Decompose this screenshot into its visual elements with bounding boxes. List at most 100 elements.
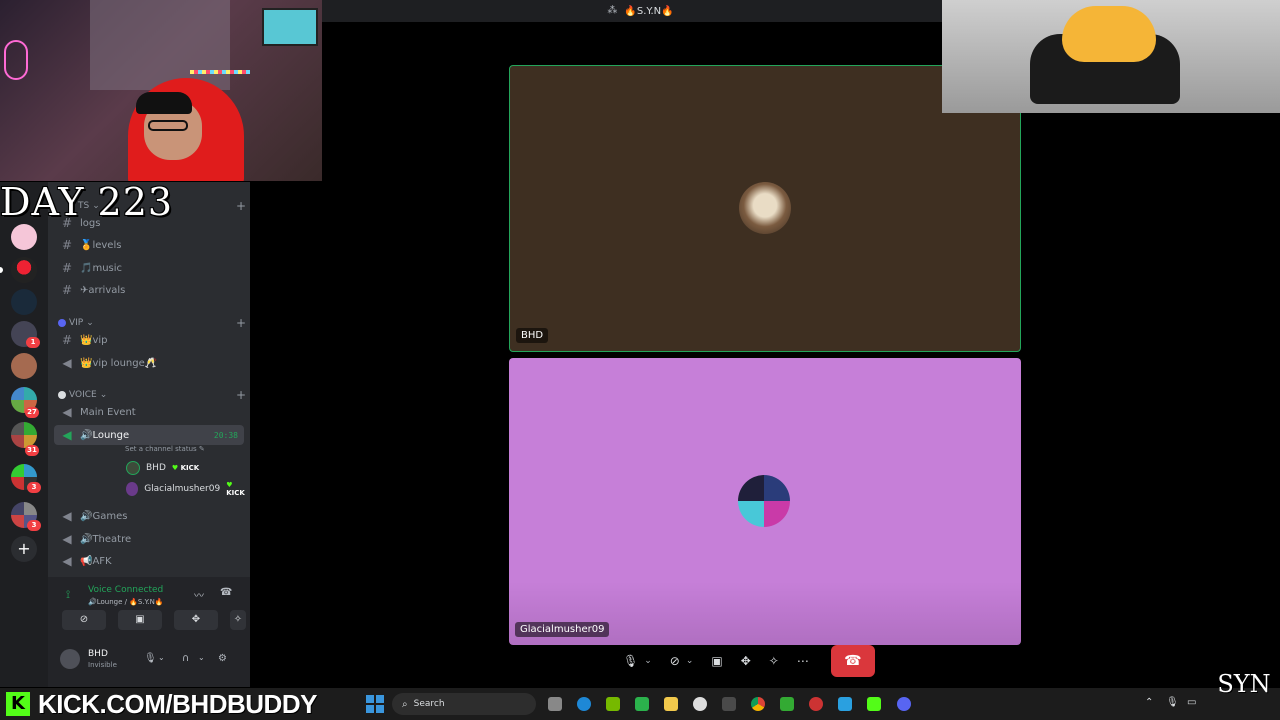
channel-games[interactable]: ◀ 🔊Games [54,506,244,526]
more-options-button[interactable]: ⋯ [791,647,815,675]
search-icon: ⌕ [402,698,408,710]
edge-icon[interactable] [577,697,591,711]
kick-url: KICK.COM/BHDBUDDY [38,688,317,719]
signal-icon[interactable]: ⟟ [66,588,70,602]
leave-call-button[interactable]: ☎ [830,645,875,677]
add-channel-icon[interactable]: + [236,199,246,213]
app-root: ⁂ 🔥S.Y.N🔥 1 27 31 3 3 + TS ⌄ + # logs # [0,0,1280,720]
webcam-tv [262,8,318,46]
camera-off-icon: ⊘ [79,614,89,625]
windows-start-icon[interactable] [366,695,384,713]
video-tile-glacialmusher09[interactable]: Glacialmusher09 [509,358,1021,645]
user-avatar[interactable] [60,649,80,669]
store-icon[interactable] [722,697,736,711]
channel-afk[interactable]: ◀ 📢AFK [54,551,244,571]
voice-connected-subtitle[interactable]: 🔊Lounge / 🔥S.Y.N🔥 [88,598,164,606]
voice-member[interactable]: BHD ♥ KICK [126,460,199,476]
add-channel-icon[interactable]: + [236,316,246,330]
settings-gear-icon[interactable]: ⚙ [218,653,227,664]
channel-vip[interactable]: # 👑vip [54,330,244,350]
user-panel: BHD Invisible 🎙 ⌄ ∩ ⌄ ⚙ [48,639,250,681]
voice-connected-title[interactable]: Voice Connected [88,585,163,595]
nvidia-icon[interactable] [606,697,620,711]
white-circle-icon [58,391,66,399]
day-counter: DAY 223 [0,180,174,224]
hangup-icon: ☎ [844,653,862,669]
chevron-down-icon: ⌄ [99,390,108,400]
participant-avatar [739,182,791,234]
chevron-down-icon[interactable]: ⌄ [686,656,694,666]
category-vip[interactable]: VIP ⌄ + [58,316,246,330]
category-voice[interactable]: VOICE ⌄ + [58,388,246,402]
speaker-icon: ◀ [62,554,72,568]
soundboard-button[interactable]: ✧ [763,647,785,675]
soundboard-button[interactable]: ✧ [230,610,246,630]
channel-theatre[interactable]: ◀ 🔊Theatre [54,529,244,549]
activities-icon: ✥ [191,614,201,625]
tray-microphone-icon[interactable]: 🎙 [1166,697,1179,708]
channel-status-link[interactable]: Set a channel status ✎ [125,445,205,453]
text-channel-icon: # [61,333,73,347]
camera-off-button[interactable]: ⊘ [62,610,106,630]
activities-button[interactable]: ✥ [174,610,218,630]
add-server-button[interactable]: + [11,536,37,562]
channel-music[interactable]: # 🎵music [54,258,244,278]
xbox-icon[interactable] [780,697,794,711]
file-explorer-icon[interactable] [664,697,678,711]
noise-suppression-icon[interactable]: 〰 [194,587,204,602]
add-channel-icon[interactable]: + [236,388,246,402]
speaker-icon: ◀ [62,405,72,419]
text-channel-icon: # [61,238,73,252]
mention-badge: 3 [27,520,41,531]
avatar [126,461,140,475]
camera-button[interactable]: ⊘ ⌄ [664,647,700,675]
steam-icon[interactable] [693,697,707,711]
share-screen-button[interactable]: ▣ [705,647,728,675]
discord-icon[interactable] [897,697,911,711]
activities-button[interactable]: ✥ [735,647,757,675]
streamer-glasses [148,120,188,131]
pencil-icon: ✎ [198,445,205,453]
speaker-icon: ◀ [62,509,72,523]
server-icon-red[interactable] [11,257,37,283]
channel-levels[interactable]: # 🏅levels [54,235,244,255]
soundboard-icon: ✧ [768,654,779,668]
channel-lounge[interactable]: ◀ 🔊Lounge 20:38 [54,425,244,445]
chevron-down-icon: ⌄ [86,318,94,328]
chevron-down-icon[interactable]: ⌄ [644,656,652,666]
channel-vip-lounge[interactable]: ◀ 👑vip lounge🥂 [54,353,244,373]
app-icon-red[interactable] [809,697,823,711]
taskbar-search[interactable]: ⌕ Search [392,693,536,715]
text-channel-icon: # [61,283,73,297]
user-status: Invisible [88,661,117,669]
server-icon-face[interactable] [11,353,37,379]
task-view-icon[interactable] [548,697,562,711]
chrome-icon[interactable] [751,697,765,711]
tray-chevron-icon[interactable]: ⌃ [1145,697,1153,708]
server-icon-pink[interactable] [11,224,37,250]
chevron-down-icon[interactable]: ⌄ [158,653,165,662]
channel-arrivals[interactable]: # ✈arrivals [54,280,244,300]
kick-app-icon[interactable] [867,697,881,711]
app-icon-blue[interactable] [838,697,852,711]
speaker-icon: ◀ [62,428,72,442]
app-icon-green[interactable] [635,697,649,711]
kick-badge: ♥ KICK [171,464,200,472]
heart-icon: ♥ [226,481,233,489]
microphone-icon[interactable]: 🎙 [144,653,157,664]
mute-button[interactable]: 🎙 ⌄ [617,647,658,675]
user-name[interactable]: BHD [88,649,108,659]
chevron-down-icon[interactable]: ⌄ [198,653,205,662]
voice-member[interactable]: Glacialmusher09 ♥ KICK [126,481,250,497]
tray-network-icon[interactable]: ▭ [1187,697,1196,708]
screen-share-button[interactable]: ▣ [118,610,162,630]
channel-main-event[interactable]: ◀ Main Event [54,402,244,422]
soundboard-icon: ✧ [233,614,243,625]
channel-sidebar: TS ⌄ + # logs # 🏅levels # 🎵music # ✈arri… [48,182,250,687]
headphones-icon[interactable]: ∩ [182,653,189,664]
call-controls: 🎙 ⌄ ⊘ ⌄ ▣ ✥ ✧ ⋯ ☎ [617,645,875,677]
server-icon-dark[interactable] [11,289,37,315]
speaker-icon: ◀ [62,532,72,546]
ellipsis-icon: ⋯ [796,654,809,668]
disconnect-icon[interactable]: ☎ [220,587,232,598]
